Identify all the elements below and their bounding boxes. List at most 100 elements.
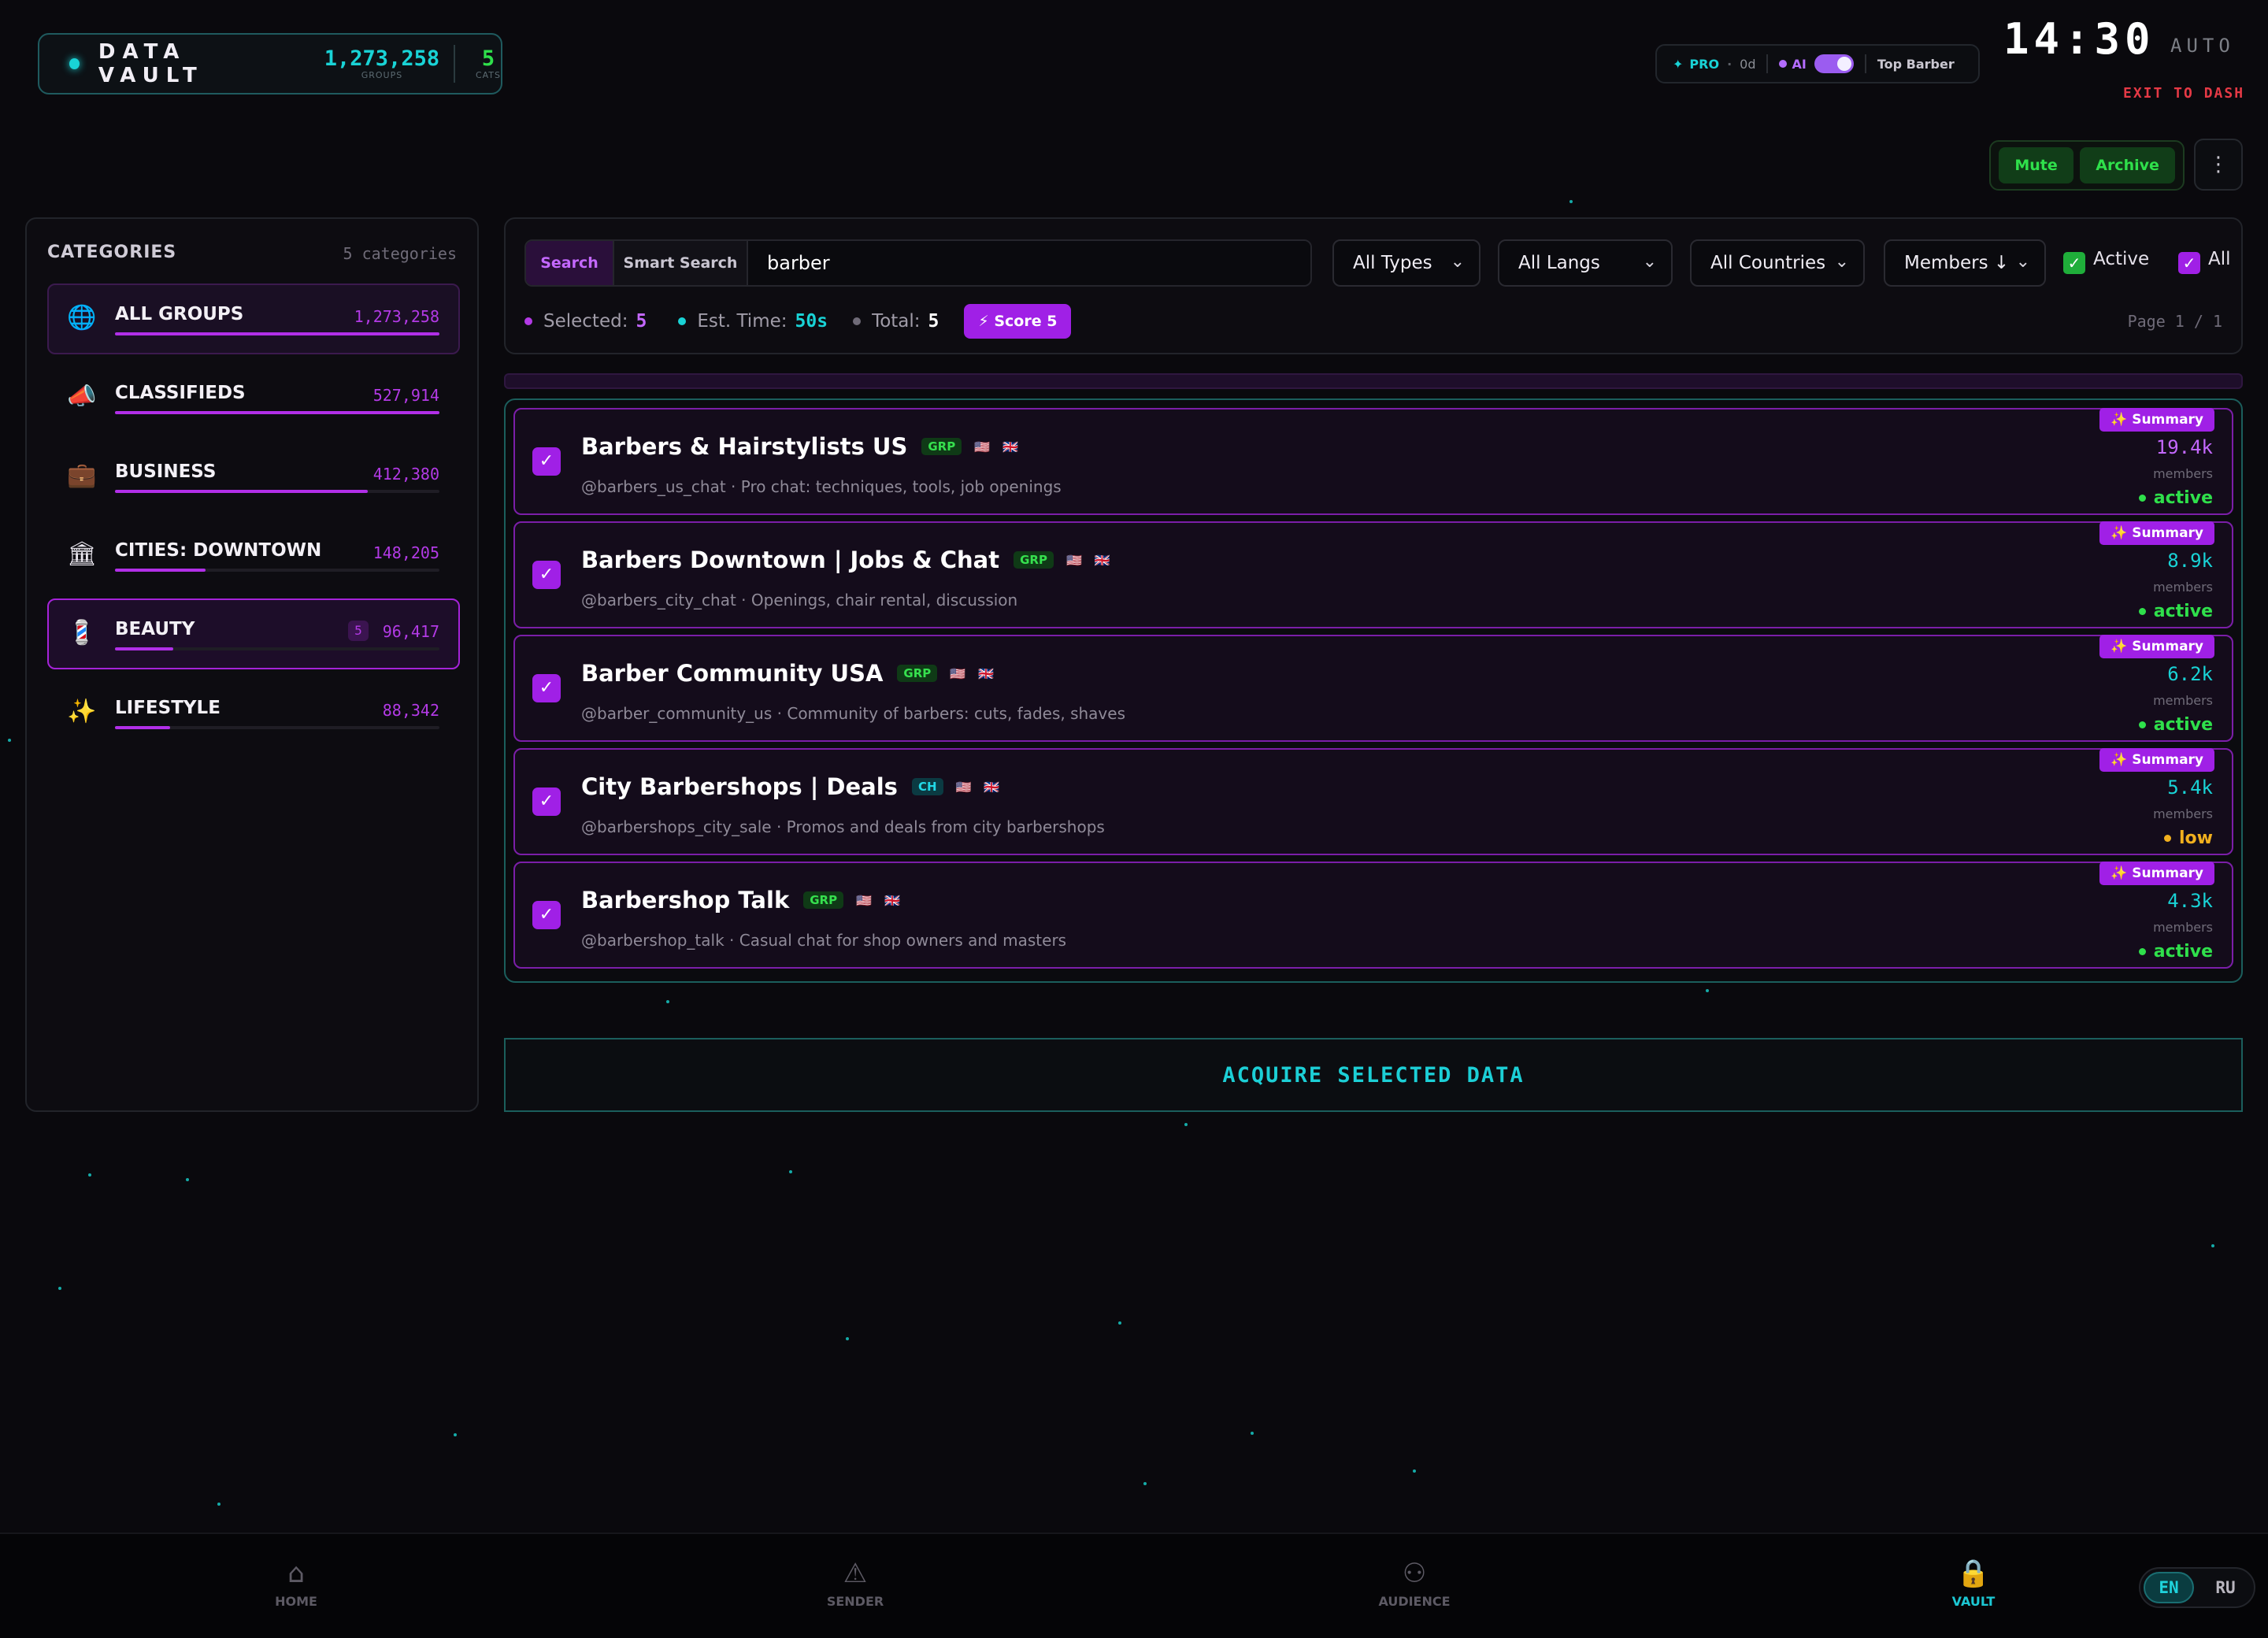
member-count: 19.4k xyxy=(2155,436,2213,458)
bar-fill xyxy=(115,490,369,493)
uk-flag-icon: 🇬🇧 xyxy=(1002,439,1019,454)
all-checkbox[interactable]: ✓ xyxy=(2178,252,2200,274)
select-checkbox[interactable]: ✓ xyxy=(532,561,561,589)
bar-fill xyxy=(115,647,174,650)
nav-label: AUDIENCE xyxy=(1378,1594,1451,1609)
brand-card: DATA VAULT 1,273,258 GROUPS 5 CATS xyxy=(38,33,502,94)
member-count: 4.3k xyxy=(2167,890,2213,912)
group-name: Barbershop Talk xyxy=(581,887,790,914)
item-title-line: Barbershop Talk GRP 🇺🇸 🇬🇧 xyxy=(581,887,900,914)
uk-flag-icon: 🇬🇧 xyxy=(884,892,900,908)
bar-fill xyxy=(115,569,206,572)
list-item[interactable]: ✓ City Barbershops | Deals CH 🇺🇸 🇬🇧 @bar… xyxy=(513,748,2233,855)
select-checkbox[interactable]: ✓ xyxy=(532,901,561,929)
country-select[interactable]: All Countries ⌄ xyxy=(1690,239,1865,287)
audience-icon: ⚇ xyxy=(1402,1558,1427,1589)
sidebar-item-label: LIFESTYLE xyxy=(115,698,220,718)
lang-en-button[interactable]: EN xyxy=(2144,1572,2194,1603)
uk-flag-icon: 🇬🇧 xyxy=(1094,552,1110,568)
tab-search[interactable]: Search xyxy=(526,241,613,285)
profile-name[interactable]: Top Barber xyxy=(1877,57,1955,72)
group-name: Barbers Downtown | Jobs & Chat xyxy=(581,547,1000,573)
sidebar-item-label: BEAUTY xyxy=(115,619,195,639)
bar-fill xyxy=(115,332,439,335)
nav-vault[interactable]: 🔒 VAULT xyxy=(1918,1558,2029,1609)
status-text: active xyxy=(2153,602,2213,621)
plan-label: PRO xyxy=(1689,56,1720,72)
list-item[interactable]: ✓ Barber Community USA GRP 🇺🇸 🇬🇧 @barber… xyxy=(513,635,2233,742)
selected-dot-icon xyxy=(524,317,532,325)
list-item[interactable]: ✓ Barbers & Hairstylists US GRP 🇺🇸 🇬🇧 @b… xyxy=(513,408,2233,515)
status-dot-icon xyxy=(2138,495,2146,502)
progress-strip xyxy=(504,373,2243,389)
score-button[interactable]: ⚡ Score 5 xyxy=(964,304,1072,339)
sidebar-item-lifestyle[interactable]: ✨ LIFESTYLE 88,342 xyxy=(47,677,460,748)
more-menu-icon[interactable]: ⋮ xyxy=(2194,139,2243,191)
active-checkbox[interactable]: ✓ xyxy=(2063,252,2085,274)
group-description: @barber_community_us · Community of barb… xyxy=(581,704,1125,723)
type-badge: GRP xyxy=(803,891,844,909)
nav-home[interactable]: ⌂ HOME xyxy=(241,1558,351,1609)
status-badge: active xyxy=(2138,602,2213,621)
list-item[interactable]: ✓ Barbers Downtown | Jobs & Chat GRP 🇺🇸 … xyxy=(513,521,2233,628)
nav-label: VAULT xyxy=(1951,1594,1996,1609)
list-item[interactable]: ✓ Barbershop Talk GRP 🇺🇸 🇬🇧 @barbershop_… xyxy=(513,862,2233,969)
select-checkbox[interactable]: ✓ xyxy=(532,788,561,816)
members-label: members xyxy=(2153,920,2213,935)
cats-value: 5 xyxy=(481,46,495,71)
status-dot-icon xyxy=(2138,608,2146,615)
us-flag-icon: 🇺🇸 xyxy=(950,665,966,681)
nav-sender[interactable]: ⚠ SENDER xyxy=(800,1558,910,1609)
mode-label[interactable]: AUTO xyxy=(2170,35,2235,57)
sort-select[interactable]: Members ↓ ⌄ xyxy=(1884,239,2046,287)
sidebar-item-cities-downtown[interactable]: 🏛 CITIES: DOWNTOWN 148,205 xyxy=(47,520,460,591)
sidebar-item-all-groups[interactable]: 🌐 ALL GROUPS 1,273,258 xyxy=(47,284,460,354)
item-title-line: Barber Community USA GRP 🇺🇸 🇬🇧 xyxy=(581,660,994,687)
select-checkbox[interactable]: ✓ xyxy=(532,674,561,702)
acquire-button[interactable]: ACQUIRE SELECTED DATA xyxy=(504,1038,2243,1112)
language-select[interactable]: All Langs ⌄ xyxy=(1498,239,1673,287)
status-text: low xyxy=(2179,828,2213,848)
status-dot-icon xyxy=(2138,721,2146,728)
item-title-line: Barbers Downtown | Jobs & Chat GRP 🇺🇸 🇬🇧 xyxy=(581,547,1110,573)
lang-ru-button[interactable]: RU xyxy=(2200,1572,2251,1603)
groups-value: 1,273,258 xyxy=(324,46,440,71)
members-label: members xyxy=(2153,806,2213,821)
us-flag-icon: 🇺🇸 xyxy=(856,892,873,908)
live-status-dot xyxy=(69,58,80,69)
summary-button[interactable]: ✨ Summary xyxy=(2099,521,2214,545)
groups-stat: 1,273,258 GROUPS xyxy=(324,46,440,80)
sidebar-item-business[interactable]: 💼 BUSINESS 412,380 xyxy=(47,441,460,512)
nav-audience[interactable]: ⚇ AUDIENCE xyxy=(1359,1558,1469,1609)
sidebar-item-count: 96,417 xyxy=(382,622,439,641)
exit-to-dash-link[interactable]: EXIT TO DASH xyxy=(2123,85,2244,102)
us-flag-icon: 🇺🇸 xyxy=(1065,552,1082,568)
nav-label: SENDER xyxy=(826,1594,884,1609)
est-time-value: 50s xyxy=(795,311,828,332)
sidebar-item-count: 1,273,258 xyxy=(354,307,439,326)
search-input[interactable] xyxy=(747,241,1310,285)
group-description: @barbers_us_chat · Pro chat: techniques,… xyxy=(581,477,1062,496)
ai-toggle[interactable] xyxy=(1814,54,1854,73)
type-select[interactable]: All Types ⌄ xyxy=(1332,239,1480,287)
status-badge: active xyxy=(2138,942,2213,962)
status-text: active xyxy=(2153,715,2213,735)
select-checkbox[interactable]: ✓ xyxy=(532,447,561,476)
summary-button[interactable]: ✨ Summary xyxy=(2099,408,2214,432)
megaphone-icon: 📣 xyxy=(67,383,97,410)
sidebar-item-bar xyxy=(115,569,439,572)
brand-divider xyxy=(454,45,455,83)
mute-button[interactable]: Mute xyxy=(1999,147,2074,183)
summary-button[interactable]: ✨ Summary xyxy=(2099,748,2214,772)
home-icon: ⌂ xyxy=(287,1558,305,1589)
tab-smart-search[interactable]: Smart Search xyxy=(613,241,747,285)
status-badge: active xyxy=(2138,715,2213,735)
group-description: @barbershop_talk · Casual chat for shop … xyxy=(581,931,1067,950)
summary-button[interactable]: ✨ Summary xyxy=(2099,862,2214,885)
sidebar-item-beauty[interactable]: 💈 BEAUTY 5 96,417 xyxy=(47,598,460,669)
type-select-value: All Types xyxy=(1353,253,1432,273)
sidebar-item-classifieds[interactable]: 📣 CLASSIFIEDS 527,914 xyxy=(47,362,460,433)
archive-button[interactable]: Archive xyxy=(2080,147,2175,183)
summary-button[interactable]: ✨ Summary xyxy=(2099,635,2214,658)
sidebar-item-count: 412,380 xyxy=(372,465,439,484)
